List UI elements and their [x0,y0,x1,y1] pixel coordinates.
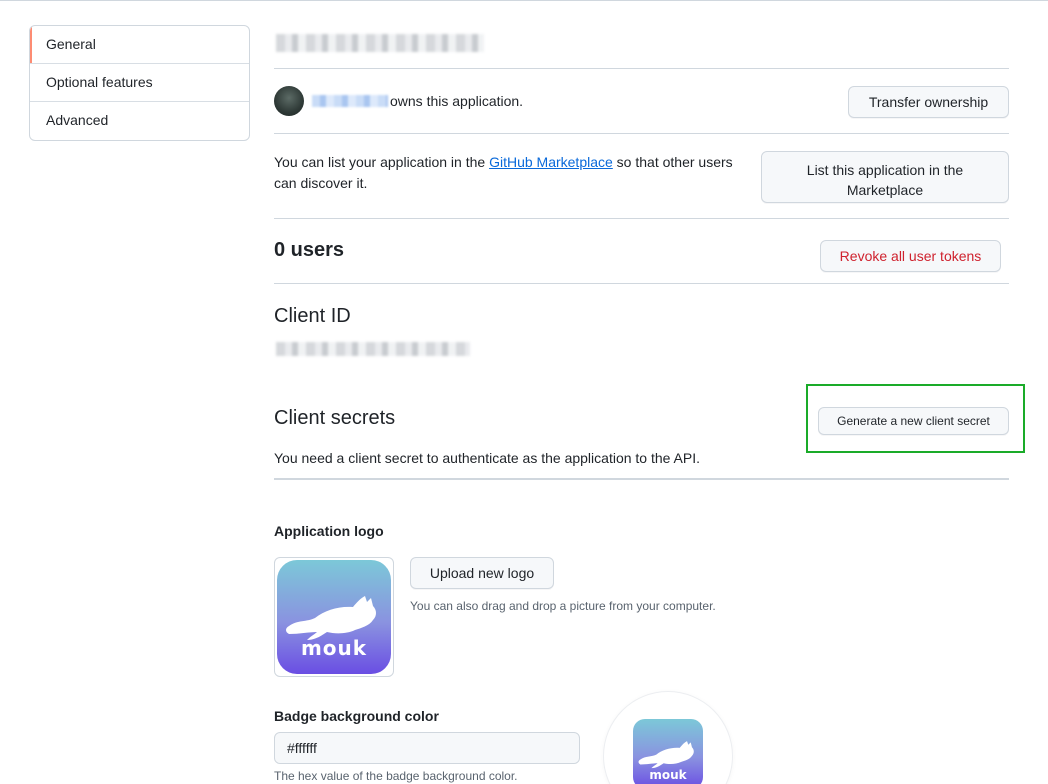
application-logo-heading: Application logo [274,523,384,539]
owner-avatar[interactable] [274,86,304,116]
users-count-heading: 0 users [274,239,345,261]
upload-hint: You can also drag and drop a picture fro… [410,599,716,613]
sidebar-item-optional-features[interactable]: Optional features [30,64,249,102]
section-divider [274,478,1009,480]
app-name-redacted [276,34,484,52]
list-in-marketplace-button[interactable]: List this application in the Marketplace [761,151,1009,203]
github-marketplace-link[interactable]: GitHub Marketplace [489,154,613,170]
upload-logo-button[interactable]: Upload new logo [410,557,554,589]
badge-logo: mouk [633,719,703,784]
divider [274,68,1009,69]
users-count: 0 [274,239,286,261]
application-logo: mouk [274,557,394,677]
logo-word: mouk [300,636,368,660]
settings-sidebar: General Optional features Advanced [29,25,250,141]
badge-color-input[interactable] [274,732,580,764]
transfer-ownership-button[interactable]: Transfer ownership [848,86,1009,118]
badge-color-hint: The hex value of the badge background co… [274,769,518,783]
divider [274,133,1009,134]
sidebar-item-advanced[interactable]: Advanced [30,102,249,140]
generate-client-secret-button[interactable]: Generate a new client secret [818,407,1009,435]
badge-logo-word: mouk [649,768,687,782]
owner-text: owns this application. [390,93,524,109]
client-id-redacted [276,342,470,356]
client-secrets-heading: Client secrets [274,407,396,429]
revoke-user-tokens-button[interactable]: Revoke all user tokens [820,240,1001,272]
badge-preview: mouk [604,692,732,784]
owner-name-redacted[interactable] [312,95,388,107]
divider [274,283,1009,284]
top-border [0,0,1048,1]
sidebar-item-general[interactable]: General [30,26,249,64]
divider [274,218,1009,219]
marketplace-description: You can list your application in the Git… [274,154,733,191]
badge-color-heading: Badge background color [274,708,439,724]
logo-image: mouk [277,560,391,674]
client-id-heading: Client ID [274,305,351,327]
client-secrets-description: You need a client secret to authenticate… [274,450,701,466]
